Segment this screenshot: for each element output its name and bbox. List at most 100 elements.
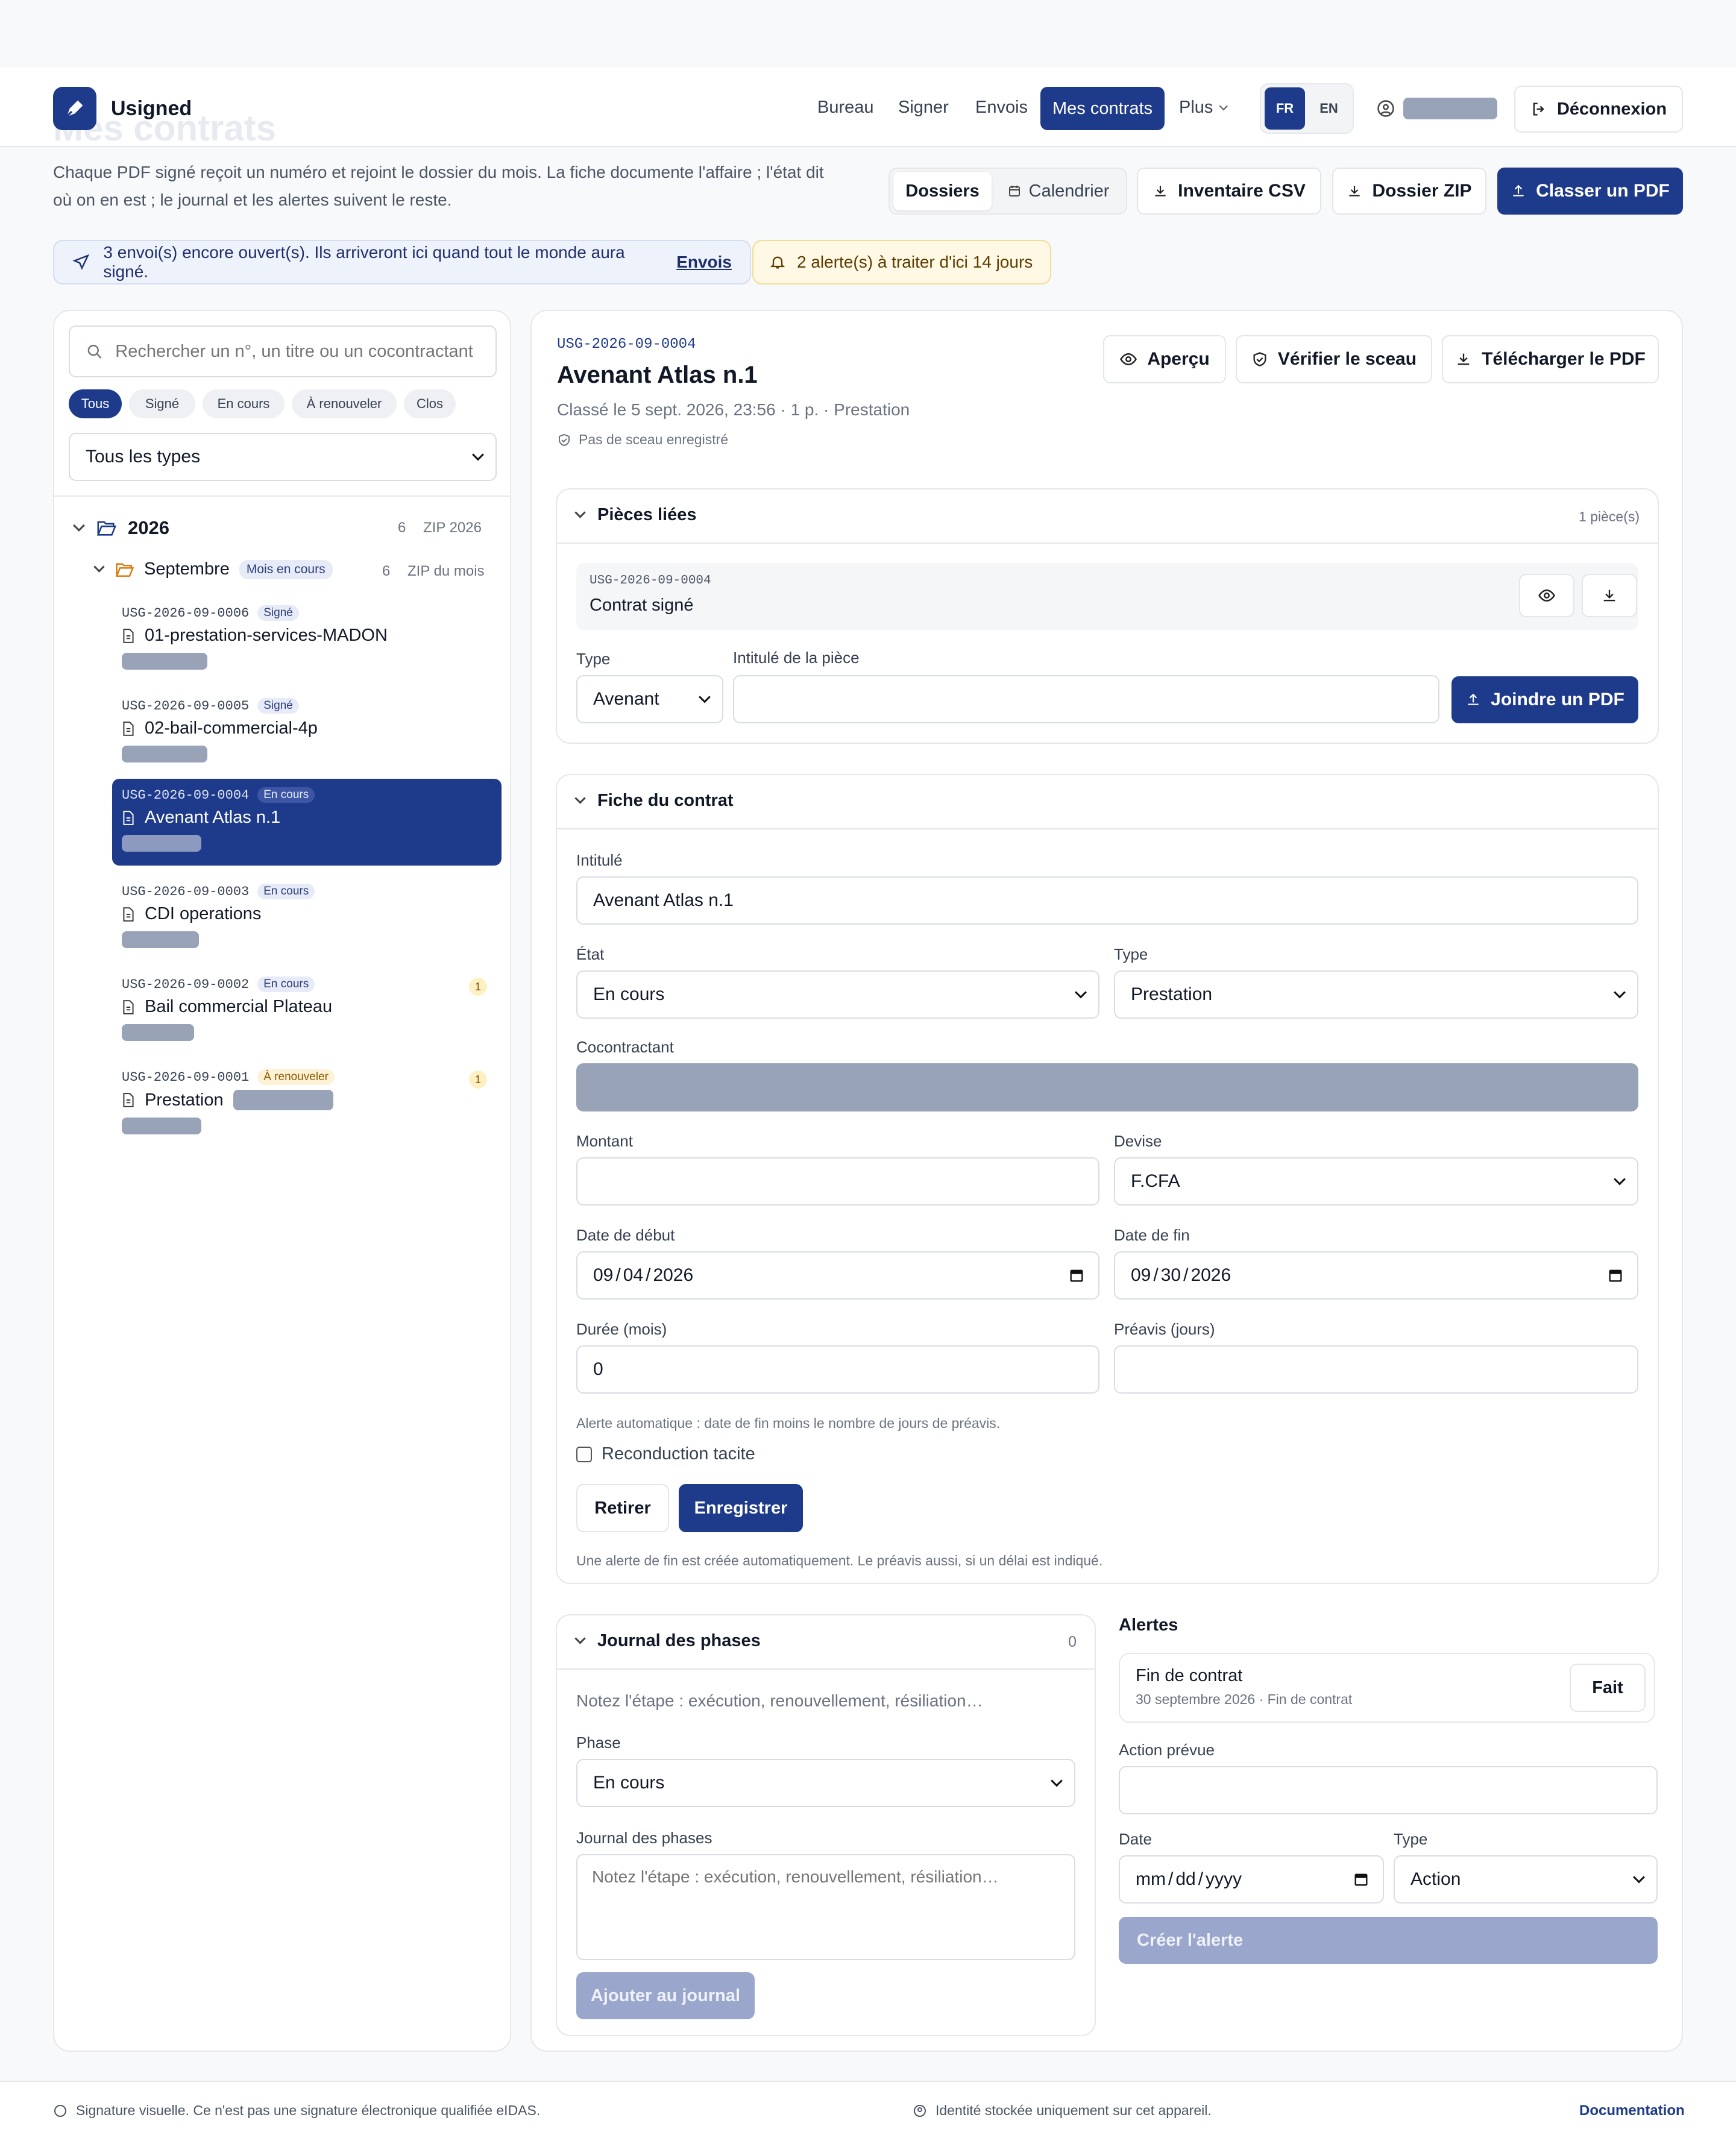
date-fin-input[interactable]: 09/30/2026 (1114, 1251, 1638, 1300)
year-zip-link[interactable]: ZIP 2026 (423, 520, 482, 536)
piece-row: USG-2026-09-0004 Contrat signé (576, 563, 1638, 630)
contract-list-item[interactable]: USG-2026-09-0002 En cours Bail commercial… (112, 969, 502, 1054)
nav-mes-contrats[interactable]: Mes contrats (1040, 87, 1165, 130)
logo-icon (53, 87, 96, 130)
date-debut-input[interactable]: 09/04/2026 (576, 1251, 1099, 1300)
calendar-icon[interactable] (1607, 1267, 1624, 1284)
action-prevue-input[interactable] (1119, 1766, 1658, 1814)
envois-link[interactable]: Envois (676, 253, 732, 272)
piece-download-button[interactable] (1582, 574, 1637, 617)
lang-fr-button[interactable]: FR (1265, 87, 1305, 130)
user-circle-icon (1377, 100, 1394, 117)
tacite-checkbox[interactable] (576, 1446, 592, 1462)
type-filter-select[interactable]: Tous les types (69, 433, 497, 481)
intitule-input[interactable]: Avenant Atlas n.1 (576, 876, 1638, 925)
pieces-toggle[interactable]: Pièces liées (574, 505, 696, 525)
search-input[interactable] (115, 341, 480, 362)
user-circle-icon (914, 2104, 926, 2117)
view-dossiers-button[interactable]: Dossiers (893, 172, 992, 210)
calendar-icon[interactable] (1353, 1871, 1370, 1888)
alert-done-button[interactable]: Fait (1570, 1664, 1646, 1712)
duree-input[interactable]: 0 (576, 1345, 1099, 1394)
add-journal-button[interactable]: Ajouter au journal (576, 1972, 755, 2019)
status-badge: En cours (257, 787, 315, 803)
csv-export-button[interactable]: Inventaire CSV (1137, 168, 1321, 215)
retirer-button[interactable]: Retirer (576, 1484, 669, 1532)
devise-select[interactable]: F.CFA (1114, 1157, 1638, 1206)
preavis-input[interactable] (1114, 1345, 1638, 1394)
nav-envois[interactable]: Envois (975, 98, 1028, 118)
bell-icon (770, 256, 785, 269)
create-alert-button[interactable]: Créer l'alerte (1119, 1917, 1658, 1964)
file-icon (123, 907, 134, 922)
piece-type-label: Type (576, 650, 611, 668)
eye-icon (1538, 589, 1555, 602)
contract-list-item[interactable]: USG-2026-09-0001 À renouveler Prestation … (112, 1062, 502, 1146)
contract-list-item[interactable]: USG-2026-09-0003 En cours CDI operations (112, 876, 502, 961)
zip-download-button[interactable]: Dossier ZIP (1332, 168, 1486, 215)
year-folder-2026[interactable]: 2026 (72, 517, 169, 539)
alert-date-input[interactable]: mm / dd / yyyy (1119, 1855, 1384, 1904)
documentation-link[interactable]: Documentation (1579, 2102, 1685, 2119)
classer-pdf-button[interactable]: Classer un PDF (1497, 168, 1683, 215)
nav-plus[interactable]: Plus (1179, 98, 1228, 118)
montant-input[interactable] (576, 1157, 1099, 1206)
chevron-down-icon (574, 1633, 586, 1644)
month-zip-link[interactable]: ZIP du mois (407, 563, 485, 580)
piece-id: USG-2026-09-0004 (590, 574, 711, 588)
send-icon (72, 254, 90, 270)
envois-banner: 3 envoi(s) encore ouvert(s). Ils arriver… (53, 240, 751, 285)
contract-list-item[interactable]: USG-2026-09-0006 Signé 01-prestation-serv… (112, 598, 502, 682)
download-pdf-button[interactable]: Télécharger le PDF (1442, 335, 1659, 383)
piece-preview-button[interactable] (1519, 574, 1574, 617)
fiche-toggle[interactable]: Fiche du contrat (574, 791, 734, 811)
contract-list-item[interactable]: USG-2026-09-0005 Signé 02-bail-commercial… (112, 691, 502, 775)
enregistrer-button[interactable]: Enregistrer (679, 1484, 803, 1532)
preavis-label: Préavis (jours) (1114, 1320, 1215, 1338)
alertes-title: Alertes (1119, 1615, 1178, 1635)
filter-en-cours[interactable]: En cours (203, 389, 285, 418)
alerts-banner[interactable]: 2 alerte(s) à traiter d'ici 14 jours (752, 240, 1051, 285)
cocontractant-input-redacted[interactable] (576, 1063, 1638, 1111)
apercu-button[interactable]: Aperçu (1103, 335, 1226, 383)
file-icon (123, 810, 134, 825)
month-folder-septembre[interactable]: Septembre Mois en cours (93, 559, 333, 579)
montant-label: Montant (576, 1132, 633, 1150)
month-count: 6 (382, 563, 391, 579)
logout-button[interactable]: Déconnexion (1514, 86, 1683, 133)
search-field[interactable] (69, 325, 497, 377)
lang-en-button[interactable]: EN (1309, 87, 1349, 130)
type-select[interactable]: Prestation (1114, 970, 1638, 1019)
calendar-icon[interactable] (1068, 1267, 1085, 1284)
brand[interactable]: Usigned (53, 87, 192, 130)
year-count: 6 (398, 520, 406, 536)
filter-clos[interactable]: Clos (404, 389, 456, 418)
phase-select[interactable]: En cours (576, 1759, 1075, 1807)
joindre-pdf-button[interactable]: Joindre un PDF (1451, 676, 1638, 723)
verify-seal-button[interactable]: Vérifier le sceau (1236, 335, 1432, 383)
nav-bureau[interactable]: Bureau (817, 98, 874, 118)
contract-list-item-selected[interactable]: USG-2026-09-0004 En cours Avenant Atlas n… (112, 779, 502, 866)
footer-identity-note: Identité stockée uniquement sur cet appa… (913, 2102, 1212, 2119)
alert-type-select[interactable]: Action (1394, 1855, 1658, 1904)
etat-select[interactable]: En cours (576, 970, 1099, 1019)
user-identity[interactable] (1377, 98, 1497, 119)
contract-title: Avenant Atlas n.1 (557, 362, 758, 388)
piece-type-select[interactable]: Avenant (576, 675, 723, 723)
upload-icon (1513, 184, 1524, 196)
filter-tous[interactable]: Tous (69, 389, 122, 418)
pieces-liees-section: Pièces liées 1 pièce(s) USG-2026-09-0004… (556, 488, 1659, 744)
reconduction-tacite[interactable]: Reconduction tacite (576, 1444, 755, 1464)
alert-type-label: Type (1394, 1830, 1428, 1848)
status-badge: Signé (257, 605, 299, 621)
view-calendrier-button[interactable]: Calendrier (994, 172, 1122, 210)
calendar-icon (1008, 186, 1020, 196)
nav-signer[interactable]: Signer (898, 98, 949, 118)
journal-textarea[interactable] (576, 1854, 1075, 1960)
journal-count: 0 (1068, 1633, 1077, 1650)
journal-toggle[interactable]: Journal des phases (574, 1631, 761, 1651)
piece-intitule-input[interactable] (733, 675, 1439, 723)
chevron-down-icon (93, 561, 105, 573)
filter-a-renouveler[interactable]: À renouveler (292, 389, 397, 418)
filter-signe[interactable]: Signé (129, 389, 195, 418)
